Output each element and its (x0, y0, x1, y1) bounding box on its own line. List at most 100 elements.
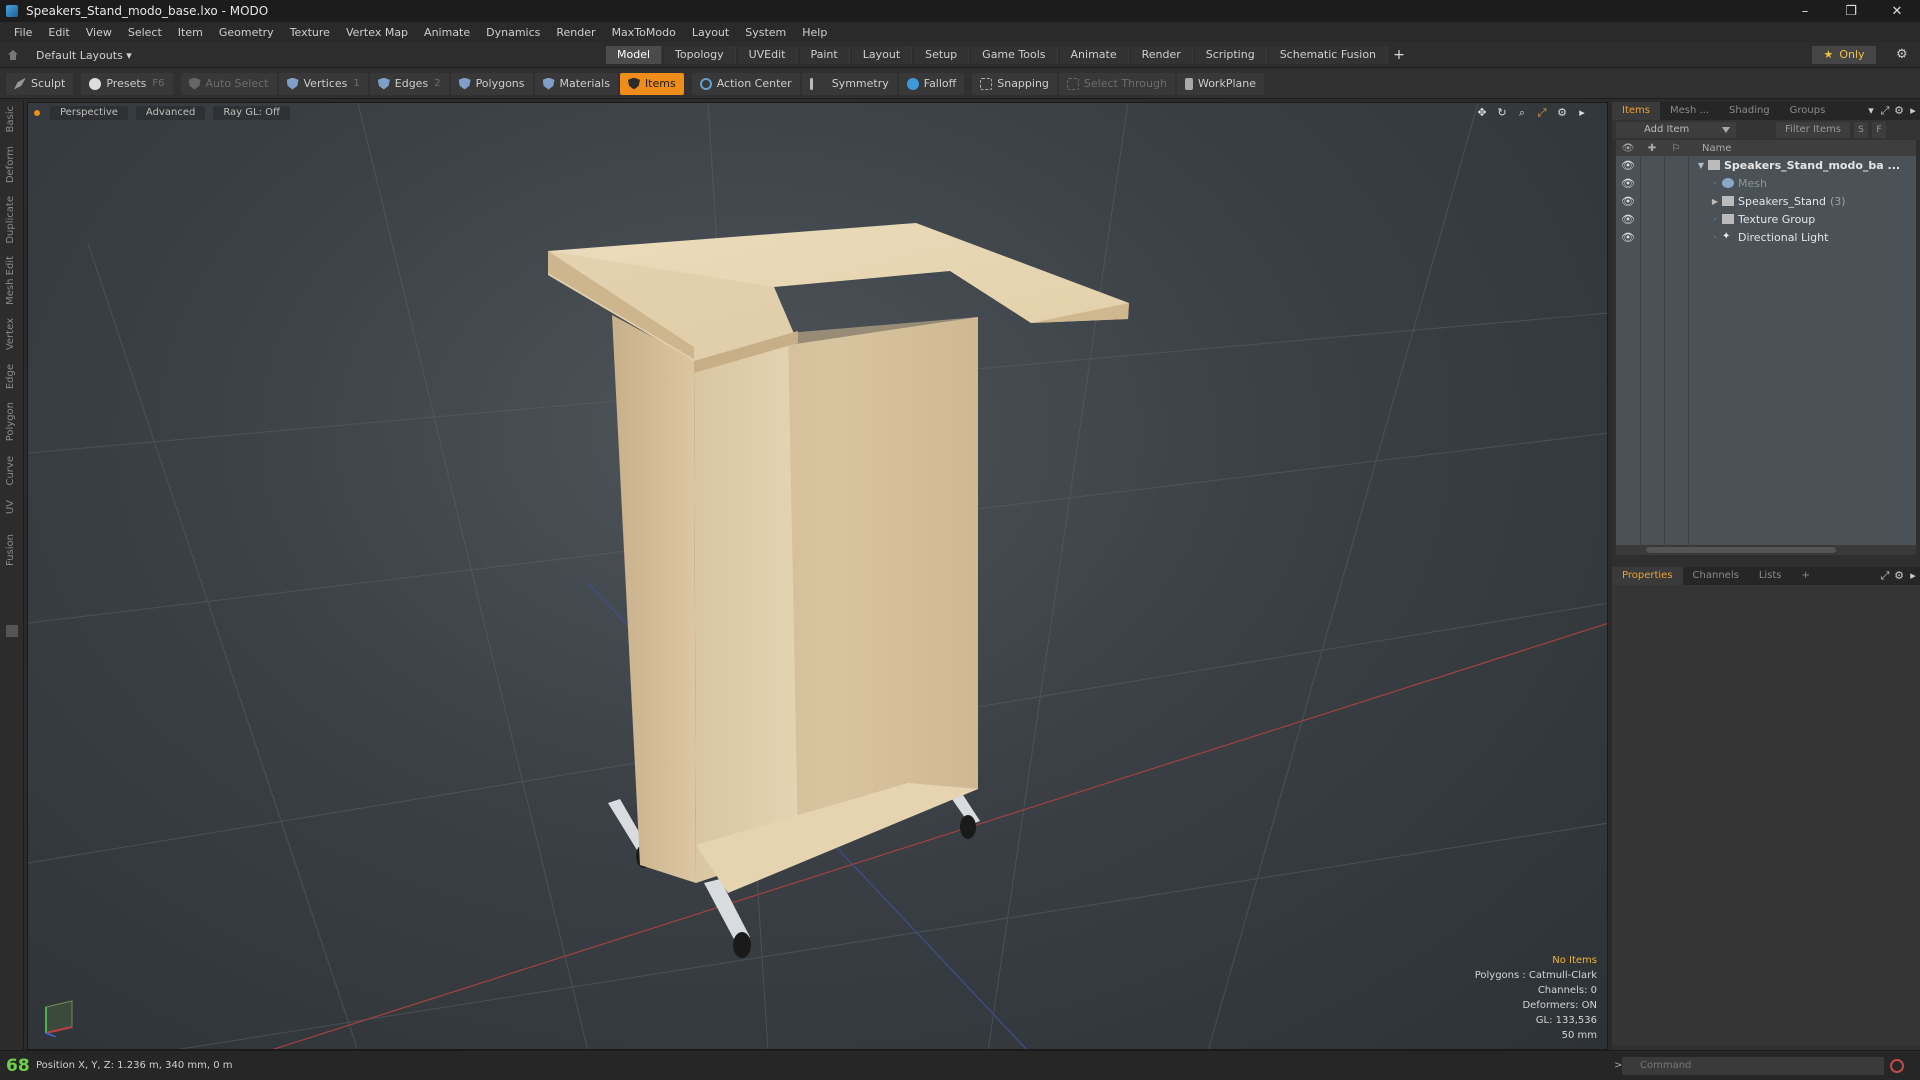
menu-dynamics[interactable]: Dynamics (478, 26, 548, 39)
eye-icon[interactable]: 👁 (1616, 195, 1640, 208)
minimize-button[interactable]: – (1782, 0, 1828, 22)
add-panel-tab-button[interactable]: + (1792, 567, 1820, 585)
add-tab-button[interactable]: + (1390, 46, 1408, 64)
tab-mesh[interactable]: Mesh ... (1660, 102, 1719, 120)
tab-setup[interactable]: Setup (914, 46, 970, 64)
fit-icon[interactable]: ⤢ (1535, 106, 1549, 120)
left-tab-polygon[interactable]: Polygon (5, 402, 19, 441)
falloff-button[interactable]: Falloff (898, 72, 965, 95)
expand-arrow-icon[interactable]: ▼ (1694, 161, 1708, 170)
eye-icon[interactable]: 👁 (1616, 177, 1640, 190)
panel-dropdown-icon[interactable]: ▾ (1864, 104, 1878, 118)
left-tab-curve[interactable]: Curve (5, 456, 19, 486)
left-tab-deform[interactable]: Deform (5, 146, 19, 183)
left-tab-mesh-edit[interactable]: Mesh Edit (5, 256, 19, 305)
sculpt-button[interactable]: Sculpt (6, 72, 74, 95)
speakers-stand-model[interactable] (548, 223, 1129, 958)
materials-button[interactable]: Materials (534, 72, 618, 95)
command-input[interactable]: Command (1622, 1057, 1884, 1075)
f-toggle[interactable]: F (1872, 122, 1886, 138)
tab-items[interactable]: Items (1612, 102, 1660, 120)
tab-render[interactable]: Render (1130, 46, 1193, 64)
layouts-dropdown[interactable]: Default Layouts ▾ (8, 46, 132, 64)
workplane-button[interactable]: WorkPlane (1176, 72, 1264, 95)
tab-schematic-fusion[interactable]: Schematic Fusion (1268, 46, 1389, 64)
tab-uvedit[interactable]: UVEdit (737, 46, 798, 64)
menu-maxtomodo[interactable]: MaxToModo (604, 26, 684, 39)
panel-settings-icon[interactable]: ⚙ (1892, 569, 1906, 583)
viewport-expand-icon[interactable]: ▸ (1575, 106, 1589, 120)
menu-help[interactable]: Help (794, 26, 835, 39)
snapping-button[interactable]: Snapping (972, 72, 1057, 95)
menu-select[interactable]: Select (120, 26, 170, 39)
panel-expand-icon[interactable]: ▸ (1906, 569, 1920, 583)
left-strip-toggle[interactable] (6, 625, 18, 637)
menu-file[interactable]: File (6, 26, 40, 39)
presets-button[interactable]: Presets F6 (81, 72, 173, 95)
pan-icon[interactable]: ✥ (1475, 106, 1489, 120)
tab-channels[interactable]: Channels (1683, 567, 1749, 585)
menu-texture[interactable]: Texture (282, 26, 338, 39)
view-type-dropdown[interactable]: Perspective (50, 106, 128, 120)
raygl-toggle[interactable]: Ray GL: Off (213, 106, 290, 120)
zoom-icon[interactable]: ⌕ (1515, 106, 1529, 120)
items-button[interactable]: Items (619, 72, 684, 95)
eye-icon[interactable]: 👁 (1616, 231, 1640, 244)
tab-model[interactable]: Model (606, 46, 663, 64)
action-center-button[interactable]: Action Center (691, 72, 800, 95)
tab-groups[interactable]: Groups (1780, 102, 1836, 120)
menu-animate[interactable]: Animate (416, 26, 478, 39)
rotate-icon[interactable]: ↻ (1495, 106, 1509, 120)
gear-icon[interactable]: ⚙ (1896, 48, 1910, 62)
left-tab-edge[interactable]: Edge (5, 364, 19, 389)
tab-paint[interactable]: Paint (799, 46, 850, 64)
tree-row-directional-light[interactable]: 👁 · ✦ Directional Light (1616, 228, 1916, 246)
tree-row-texture-group[interactable]: 👁 · Texture Group (1616, 210, 1916, 228)
left-tab-uv[interactable]: UV (5, 500, 19, 514)
edges-button[interactable]: Edges 2 (369, 72, 449, 95)
viewport-settings-icon[interactable]: ⚙ (1555, 106, 1569, 120)
expand-arrow-icon[interactable]: ▶ (1708, 197, 1722, 206)
vertices-button[interactable]: Vertices 1 (278, 72, 368, 95)
panel-expand-icon[interactable]: ▸ (1906, 104, 1920, 118)
tab-shading[interactable]: Shading (1719, 102, 1780, 120)
tab-scripting[interactable]: Scripting (1194, 46, 1267, 64)
left-tab-vertex[interactable]: Vertex (5, 318, 19, 350)
tab-lists[interactable]: Lists (1749, 567, 1792, 585)
menu-system[interactable]: System (737, 26, 794, 39)
panel-settings-icon[interactable]: ⚙ (1892, 104, 1906, 118)
left-tab-basic[interactable]: Basic (5, 106, 19, 132)
menu-render[interactable]: Render (548, 26, 603, 39)
s-toggle[interactable]: S (1854, 122, 1868, 138)
viewport-menu-dot[interactable] (34, 110, 40, 116)
eye-icon[interactable]: 👁 (1616, 159, 1640, 172)
auto-select-button[interactable]: Auto Select (180, 72, 277, 95)
menu-edit[interactable]: Edit (40, 26, 77, 39)
symmetry-button[interactable]: Symmetry (801, 72, 897, 95)
tab-animate[interactable]: Animate (1059, 46, 1129, 64)
tab-topology[interactable]: Topology (664, 46, 736, 64)
only-toggle[interactable]: ★ Only (1812, 46, 1876, 64)
add-item-dropdown[interactable]: Add Item (1616, 122, 1736, 138)
record-macro-icon[interactable] (1890, 1059, 1904, 1073)
left-tab-duplicate[interactable]: Duplicate (5, 196, 19, 244)
3d-viewport[interactable]: Perspective Advanced Ray GL: Off ✥ ↻ ⌕ ⤢… (27, 102, 1608, 1050)
left-tab-fusion[interactable]: Fusion (5, 534, 19, 566)
tree-row-speakers-stand[interactable]: 👁 ▶ Speakers_Stand (3) (1616, 192, 1916, 210)
tab-properties[interactable]: Properties (1612, 567, 1683, 585)
menu-item[interactable]: Item (170, 26, 211, 39)
restore-button[interactable]: ❐ (1828, 0, 1874, 22)
filter-items-input[interactable]: Filter Items (1776, 122, 1850, 138)
menu-layout[interactable]: Layout (684, 26, 737, 39)
tab-layout[interactable]: Layout (851, 46, 913, 64)
menu-geometry[interactable]: Geometry (211, 26, 282, 39)
select-through-button[interactable]: Select Through (1058, 72, 1175, 95)
tab-game-tools[interactable]: Game Tools (971, 46, 1058, 64)
panel-maximize-icon[interactable]: ⤢ (1878, 569, 1892, 583)
tree-row-scene[interactable]: 👁 ▼ Speakers_Stand_modo_ba ... (1616, 156, 1916, 174)
close-button[interactable]: ✕ (1874, 0, 1920, 22)
polygons-button[interactable]: Polygons (450, 72, 533, 95)
menu-vertex-map[interactable]: Vertex Map (338, 26, 416, 39)
shading-dropdown[interactable]: Advanced (135, 106, 206, 120)
panel-maximize-icon[interactable]: ⤢ (1878, 104, 1892, 118)
